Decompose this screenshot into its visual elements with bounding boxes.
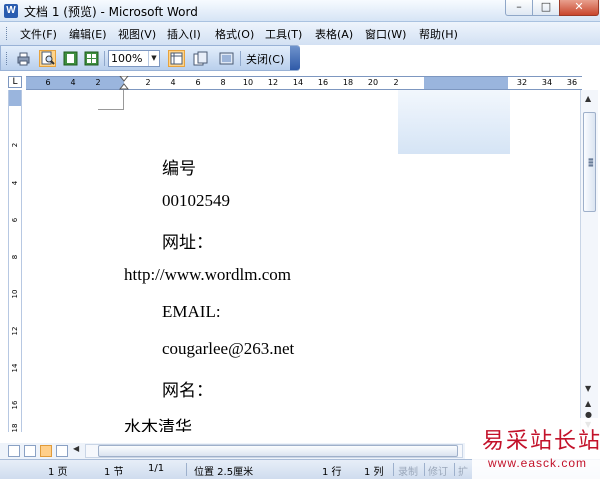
status-line: 1 行 bbox=[322, 467, 342, 478]
vertical-scroll-thumb[interactable]: ▬ ▬ ▬ bbox=[583, 112, 596, 212]
toolbar-separator bbox=[240, 51, 241, 66]
doc-line-nickname-value: 水木清华 bbox=[124, 418, 192, 432]
ruler-number: 10 bbox=[11, 289, 19, 299]
status-page: 1 页 bbox=[48, 467, 68, 478]
ruler-number: 2 bbox=[11, 142, 19, 148]
status-column: 1 列 bbox=[364, 467, 384, 478]
ruler-number: 6 bbox=[45, 78, 51, 87]
ruler-number: 12 bbox=[11, 326, 19, 336]
print-preview-toolbar: 100% ▼ 关闭(C) bbox=[0, 45, 300, 71]
doc-line-label-number: 编号 bbox=[162, 159, 196, 178]
normal-view-icon[interactable] bbox=[8, 445, 20, 457]
view-ruler-icon[interactable] bbox=[168, 50, 185, 67]
ruler-number: 8 bbox=[220, 78, 226, 87]
ruler-number: 18 bbox=[11, 423, 19, 433]
menu-help[interactable]: 帮助(H) bbox=[419, 26, 458, 42]
close-window-button[interactable]: ✕ bbox=[559, 0, 599, 16]
ruler-number: 4 bbox=[170, 78, 176, 87]
ruler-number: 8 bbox=[11, 254, 19, 260]
site-watermark: 易采站长站 www.easck.com bbox=[472, 418, 600, 479]
shrink-to-fit-icon[interactable] bbox=[192, 50, 209, 67]
horizontal-scroll-thumb[interactable] bbox=[98, 445, 458, 457]
ruler-number: 10 bbox=[242, 78, 254, 87]
horizontal-scrollbar[interactable] bbox=[85, 444, 463, 458]
chevron-down-icon[interactable]: ▼ bbox=[148, 51, 159, 66]
menu-view[interactable]: 视图(V) bbox=[118, 26, 156, 42]
ruler-number: 2 bbox=[393, 78, 399, 87]
vertical-scrollbar[interactable]: ▲ ▬▬▬ ▼ ▲ ● ▼ bbox=[580, 90, 598, 432]
web-layout-view-icon[interactable] bbox=[24, 445, 36, 457]
scroll-down-icon[interactable]: ▼ bbox=[585, 384, 591, 393]
window-title: 文档 1 (预览) - Microsoft Word bbox=[24, 5, 198, 19]
watermark-text: 易采站长站 bbox=[482, 429, 600, 454]
full-screen-icon[interactable] bbox=[218, 50, 235, 67]
ruler-number: 20 bbox=[367, 78, 379, 87]
doc-line-label-email: EMAIL: bbox=[162, 302, 221, 321]
ruler-number: 16 bbox=[317, 78, 329, 87]
menu-format[interactable]: 格式(O) bbox=[215, 26, 254, 42]
close-preview-button[interactable]: 关闭(C) bbox=[246, 51, 284, 67]
scroll-left-icon[interactable]: ◀ bbox=[73, 444, 79, 453]
status-position: 位置 2.5厘米 bbox=[194, 467, 254, 478]
ruler-number: 6 bbox=[195, 78, 201, 87]
ruler-number: 14 bbox=[292, 78, 304, 87]
menu-window[interactable]: 窗口(W) bbox=[365, 26, 406, 42]
tab-selector[interactable]: L bbox=[8, 76, 22, 88]
zoom-value: 100% bbox=[111, 52, 143, 65]
word-document-icon: W bbox=[4, 4, 18, 18]
previous-page-icon[interactable]: ▲ bbox=[585, 399, 591, 408]
horizontal-scroll-row: ◀ bbox=[0, 443, 465, 459]
maximize-button[interactable]: □ bbox=[532, 0, 560, 16]
ruler-number: 2 bbox=[145, 78, 151, 87]
menu-edit[interactable]: 编辑(E) bbox=[69, 26, 107, 42]
status-section: 1 节 bbox=[104, 467, 124, 478]
print-layout-view-icon[interactable] bbox=[40, 445, 52, 457]
menu-table[interactable]: 表格(A) bbox=[315, 26, 353, 42]
magnifier-icon[interactable] bbox=[39, 50, 56, 67]
vertical-ruler[interactable]: 2 4 6 8 10 12 14 16 18 bbox=[8, 90, 22, 432]
toolbar-separator bbox=[104, 51, 105, 66]
document-page[interactable]: 编号 00102549 网址： http://www.wordlm.com EM… bbox=[24, 90, 580, 432]
doc-line-number-value: 00102549 bbox=[162, 191, 230, 210]
status-record-mode[interactable]: 录制 bbox=[398, 463, 418, 478]
zoom-select[interactable]: 100% ▼ bbox=[108, 50, 160, 67]
ruler-number: 12 bbox=[267, 78, 279, 87]
title-bar: W 文档 1 (预览) - Microsoft Word – □ ✕ bbox=[0, 0, 600, 22]
ruler-number: 32 bbox=[516, 78, 528, 87]
status-track-changes[interactable]: 修订 bbox=[428, 463, 448, 478]
outline-view-icon[interactable] bbox=[56, 445, 68, 457]
horizontal-ruler[interactable]: 6 4 2 2 4 6 8 10 12 14 16 18 20 2 32 34 … bbox=[26, 76, 582, 90]
faded-overlay-panel bbox=[398, 90, 510, 154]
doc-line-email-value: cougarlee@263.net bbox=[162, 339, 295, 358]
ruler-number: 6 bbox=[11, 217, 19, 223]
menu-tools[interactable]: 工具(T) bbox=[265, 26, 302, 42]
ruler-number: 18 bbox=[342, 78, 354, 87]
doc-line-website-value: http://www.wordlm.com bbox=[124, 265, 291, 284]
ruler-number: 16 bbox=[11, 400, 19, 410]
margin-corner-mark bbox=[98, 90, 124, 110]
ruler-number: 4 bbox=[70, 78, 76, 87]
doc-line-label-nickname: 网名： bbox=[162, 381, 213, 400]
status-page-of: 1/1 bbox=[148, 463, 165, 474]
doc-line-label-website: 网址： bbox=[162, 233, 213, 252]
menu-bar: 文件(F) 编辑(E) 视图(V) 插入(I) 格式(O) 工具(T) 表格(A… bbox=[0, 22, 600, 45]
minimize-button[interactable]: – bbox=[505, 0, 533, 16]
menu-insert[interactable]: 插入(I) bbox=[167, 26, 201, 42]
toolbar-options-icon[interactable] bbox=[290, 46, 300, 70]
menubar-grip[interactable] bbox=[6, 27, 9, 40]
ruler-number: 36 bbox=[566, 78, 578, 87]
scroll-up-icon[interactable]: ▲ bbox=[585, 94, 591, 103]
ruler-number: 34 bbox=[541, 78, 553, 87]
ruler-number: 14 bbox=[11, 363, 19, 373]
ruler-number: 4 bbox=[11, 180, 19, 186]
ruler-number: 2 bbox=[95, 78, 101, 87]
menu-file[interactable]: 文件(F) bbox=[20, 26, 57, 42]
toolbar-grip[interactable] bbox=[6, 52, 9, 65]
single-page-icon[interactable] bbox=[62, 50, 79, 67]
print-icon[interactable] bbox=[15, 50, 32, 67]
status-extend-mode[interactable]: 扩 bbox=[458, 463, 468, 478]
watermark-url: www.easck.com bbox=[488, 456, 588, 470]
multiple-pages-icon[interactable] bbox=[83, 50, 100, 67]
